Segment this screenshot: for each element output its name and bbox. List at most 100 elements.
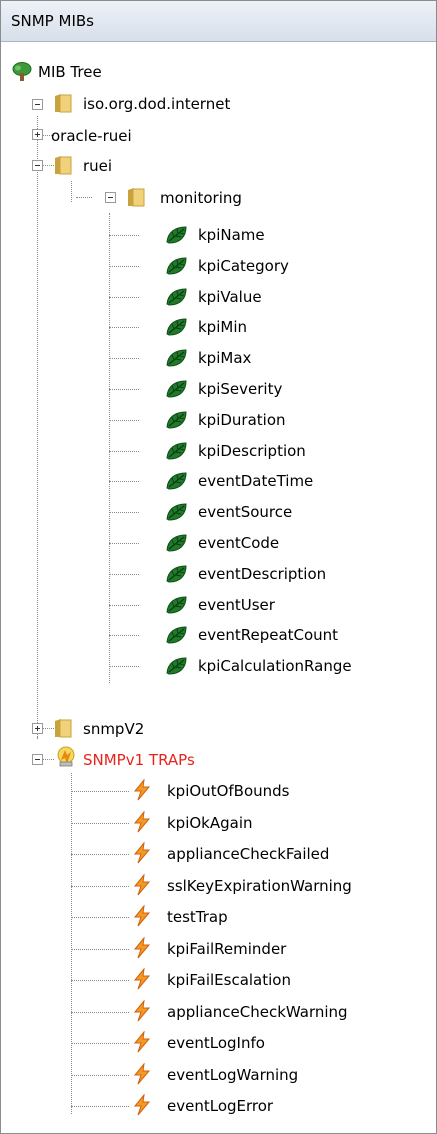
tree-node-label: MIB Tree [38,63,102,81]
collapse-toggle[interactable] [105,192,116,203]
leaf-icon [165,655,189,677]
leaf-icon [165,255,189,277]
tree-connector [109,450,139,452]
tree-node-label: sslKeyExpirationWarning [167,876,352,895]
tree-connector [71,1011,129,1013]
tree-node-label: kpiOutOfBounds [167,782,290,800]
leaf-icon [165,347,189,369]
leaf-icon [165,286,189,308]
lightning-icon [132,1061,152,1085]
leaf-icon [165,594,189,616]
tree-connector [109,296,139,298]
trap-group-icon [57,746,75,767]
tree-connector [71,1074,129,1076]
tree-node-label: kpiOkAgain [167,813,253,832]
lightning-icon [132,904,152,927]
leaf-icon [165,501,189,523]
tree-connector [71,773,72,1114]
tree-connector [109,327,139,329]
leaf-icon [165,440,189,462]
tree-connector [109,481,139,483]
lightning-icon [132,872,152,896]
tree-connector [71,854,129,855]
tree-node-label: snmpV2 [83,720,145,738]
tree-connector [71,791,129,792]
tree-connector [71,980,129,981]
tree-node-label: kpiDescription [198,441,306,460]
tree-connector [109,235,139,236]
tree-connector [109,358,139,360]
tree-node-label: iso.org.dod.internet [83,95,231,113]
tree-node-label: eventLogInfo [167,1034,265,1052]
tree-connector [76,197,92,198]
collapse-toggle[interactable] [32,754,43,765]
tree-connector [109,389,139,390]
leaf-icon [165,624,189,646]
tree-connector [109,543,139,544]
tree-node-label: eventLogWarning [167,1065,299,1084]
collapse-toggle[interactable] [32,160,43,171]
tree-connector [37,186,38,739]
leaf-icon [165,563,189,585]
expand-toggle[interactable] [32,723,43,734]
tree-node-label: kpiName [198,226,265,244]
tree-node-label: applianceCheckWarning [167,1002,348,1021]
tree-node-label: eventUser [198,595,275,614]
tree-connector [109,512,139,514]
tree-node-label: eventRepeatCount [198,626,339,645]
folder-icon [55,94,72,113]
leaf-icon [165,470,189,492]
tree-node-label: eventSource [198,503,293,522]
tree-node-label: eventDescription [198,564,327,583]
lightning-icon [132,1030,152,1053]
tree-node-label: kpiFailReminder [167,939,287,958]
tree-node-label: kpiCategory [198,256,289,275]
lightning-icon [132,998,152,1022]
tree-node-label: eventDateTime [198,472,314,491]
tree-node-label: kpiMax [198,349,252,368]
tree-connector [71,917,129,918]
tree-connector [71,822,129,824]
tree-node-label: monitoring [160,189,242,207]
tree-node-label: eventLogError [167,1097,274,1115]
leaf-icon [165,378,189,400]
tree-connector [109,573,139,575]
expand-toggle[interactable] [32,129,43,140]
tree-node-label: kpiFailEscalation [167,971,291,989]
lightning-icon [132,967,152,990]
lightning-icon [132,809,152,833]
leaf-icon [165,532,189,554]
leaf-icon [165,224,189,246]
snmp-mibs-panel: SNMP MIBs MIB Tree iso.org.dod.internet … [0,0,437,1134]
collapse-toggle[interactable] [32,99,43,110]
lightning-icon [132,778,152,801]
folder-icon [128,188,145,207]
folder-icon [55,719,72,738]
leaf-icon [165,316,189,338]
tree-connector [109,213,110,683]
tree-connector [71,181,72,202]
folder-icon [55,156,72,175]
mib-tree: MIB Tree iso.org.dod.internet oracle-rue… [1,1,436,1133]
tree-node-label: kpiCalculationRange [198,657,352,676]
tree-node-label: testTrap [167,908,228,926]
lightning-icon [132,1093,152,1116]
lightning-icon [132,841,152,864]
leaf-icon [165,409,189,431]
tree-connector [42,759,54,760]
tree-connector [71,1043,129,1044]
tree-icon [12,62,32,81]
tree-connector [109,604,139,606]
tree-connector [71,948,129,950]
tree-connector [71,885,129,887]
tree-node-label: eventCode [198,534,280,552]
tree-node-label: kpiMin [198,318,247,337]
tree-connector [109,265,139,267]
tree-node-label: kpiValue [198,287,262,306]
tree-node-label: oracle-ruei [51,127,132,145]
tree-node-label: SNMPv1 TRAPs [83,751,195,769]
tree-node-label: applianceCheckFailed [167,845,330,863]
tree-connector [71,1106,129,1107]
tree-node-label: kpiDuration [198,410,286,429]
tree-connector [109,666,139,668]
